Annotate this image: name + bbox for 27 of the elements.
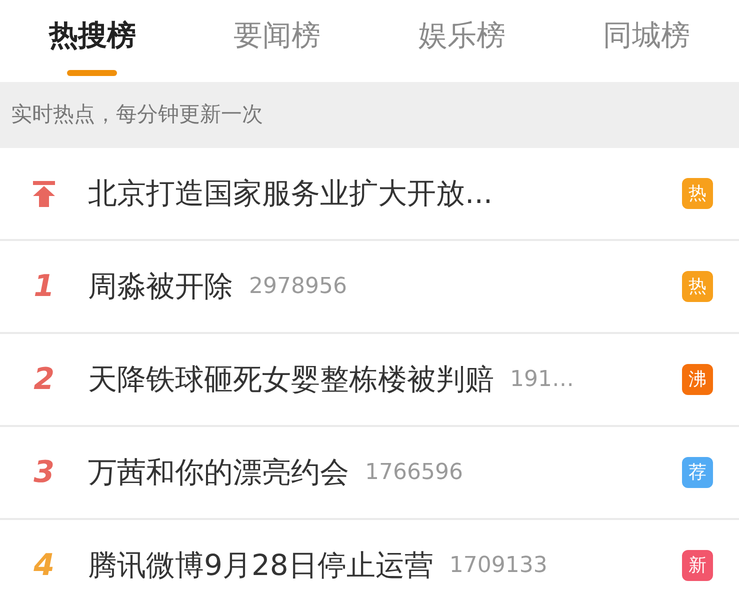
active-tab-indicator — [67, 70, 118, 76]
list-row[interactable]: 1 周淼被开除 2978956 热 — [0, 241, 739, 334]
topic-title: 周淼被开除 — [88, 268, 233, 305]
topic-title: 腾讯微博9月28日停止运营 — [88, 546, 434, 584]
rank-number: 3 — [34, 454, 54, 492]
list-row[interactable]: 2 天降铁球砸死女婴整栋楼被判赔 191… 沸 — [0, 334, 739, 427]
topic-tag: 荐 — [682, 457, 713, 488]
rank-number: 4 — [34, 547, 54, 585]
heat-count: 1766596 — [365, 459, 463, 487]
list-row[interactable]: 3 万茜和你的漂亮约会 1766596 荐 — [0, 427, 739, 520]
heat-count: 2978956 — [249, 273, 347, 301]
list-row[interactable]: 北京打造国家服务业扩大开放... 热 — [0, 148, 739, 241]
notice-text: 实时热点，每分钟更新一次 — [11, 101, 263, 128]
topic-title: 北京打造国家服务业扩大开放... — [88, 174, 493, 212]
heat-count: 1709133 — [449, 552, 548, 580]
tab[interactable]: 热搜榜 — [0, 0, 185, 82]
topic-title: 万茜和你的漂亮约会 — [88, 454, 349, 491]
list-row[interactable]: 4 腾讯微博9月28日停止运营 1709133 新 — [0, 520, 739, 601]
topic-tag: 热 — [682, 271, 713, 302]
topic-tag: 沸 — [682, 364, 713, 395]
topic-tag: 热 — [682, 178, 713, 209]
topic-title: 天降铁球砸死女婴整栋楼被判赔 — [88, 360, 494, 398]
pin-to-top-icon — [32, 180, 56, 206]
topic-tag: 新 — [682, 550, 713, 581]
heat-count: 191… — [510, 366, 574, 394]
rank-number: 2 — [34, 361, 54, 399]
rank-number: 1 — [34, 268, 54, 306]
